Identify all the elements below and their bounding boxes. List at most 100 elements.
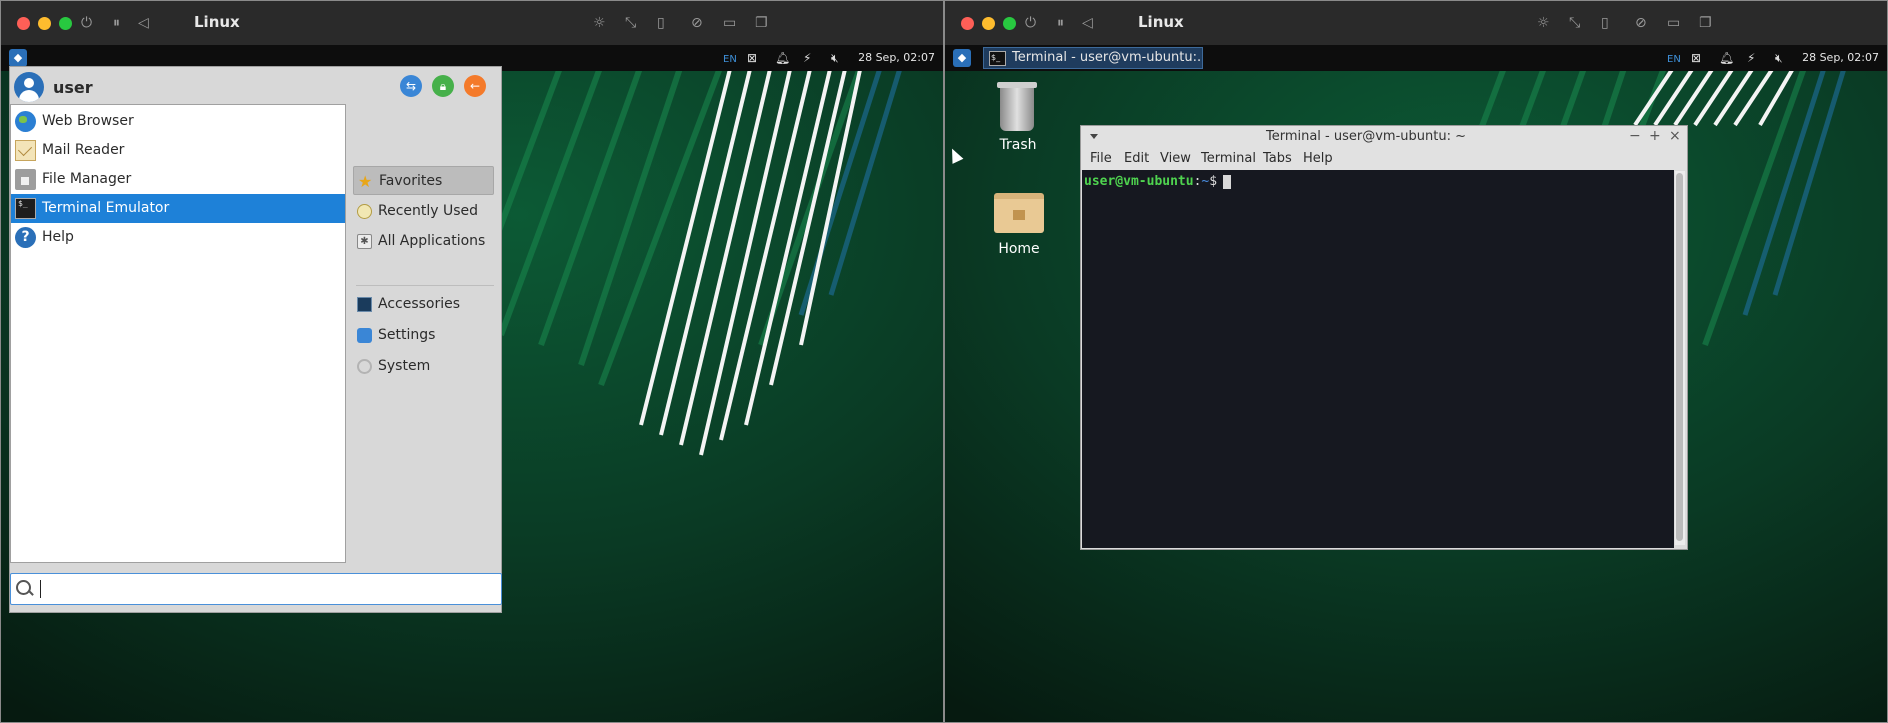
terminal-menubar: File Edit View Terminal Tabs Help <box>1081 148 1687 170</box>
settings-manager-button[interactable]: ⇆ <box>400 75 422 97</box>
close-window-button[interactable] <box>961 17 974 30</box>
file-manager-icon <box>15 169 36 190</box>
volume-muted-icon[interactable]: 🔇︎ <box>831 50 839 66</box>
prompt-line: user@vm-ubuntu:~$ <box>1084 174 1232 189</box>
lock-screen-button[interactable]: 🔒︎ <box>432 75 454 97</box>
category-accessories[interactable]: Accessories <box>353 290 494 319</box>
category-separator <box>356 285 494 286</box>
category-settings[interactable]: Settings <box>353 321 494 350</box>
guest-screen: ◆ EN ⊠ 🔔︎ ⚡︎ 🔇︎ 28 Sep, 02:07 user ⇆ 🔒︎ … <box>1 45 943 722</box>
terminal-window: Terminal - user@vm-ubuntu: ~ − + × File … <box>1080 125 1688 550</box>
network-disconnected-icon[interactable]: ⊠ <box>747 50 757 66</box>
accessories-icon <box>357 297 372 312</box>
close-window-button[interactable] <box>17 17 30 30</box>
zoom-window-button[interactable] <box>59 17 72 30</box>
notification-bell-icon[interactable]: 🔔︎ <box>775 50 790 66</box>
favorite-web-browser[interactable]: Web Browser <box>11 107 345 136</box>
menu-help[interactable]: Help <box>1303 151 1333 166</box>
host-title: Linux <box>194 13 240 31</box>
trash-icon <box>997 82 1037 131</box>
network-disconnected-icon[interactable]: ⊠ <box>1691 50 1701 66</box>
power-icon[interactable]: ⏻ <box>1025 14 1036 32</box>
notification-bell-icon[interactable]: 🔔︎ <box>1719 50 1734 66</box>
host-title: Linux <box>1138 13 1184 31</box>
favorite-label: Web Browser <box>42 113 134 129</box>
search-input[interactable] <box>10 573 502 605</box>
vm-window-left: ⏻ ⏸ ◁ Linux ☼ ⤡ ▯ ⊘ ▭ ❐ ◆ EN ⊠ 🔔︎ ⚡︎ 🔇︎ … <box>0 0 944 723</box>
top-panel: ◆ $_ Terminal - user@vm-ubuntu:... EN ⊠ … <box>945 45 1887 71</box>
category-favorites[interactable]: ★ Favorites <box>353 166 494 195</box>
applications-icon: ✱ <box>357 234 372 249</box>
favorite-file-manager[interactable]: File Manager <box>11 165 345 194</box>
settings-icon <box>357 328 372 343</box>
minimize-window-button[interactable] <box>38 17 51 30</box>
menu-view[interactable]: View <box>1160 151 1191 166</box>
favorite-label: Mail Reader <box>42 142 125 158</box>
desktop-home[interactable]: Home <box>983 189 1055 264</box>
brightness-icon[interactable]: ☼ <box>1537 14 1550 32</box>
share-icon[interactable]: ⊘ <box>1635 14 1647 32</box>
menu-terminal[interactable]: Terminal <box>1201 151 1256 166</box>
prompt-symbol: $ <box>1209 174 1218 189</box>
share-icon[interactable]: ⊘ <box>691 14 703 32</box>
menu-username: user <box>53 78 93 97</box>
minimize-window-button[interactable] <box>982 17 995 30</box>
panel-clock[interactable]: 28 Sep, 02:07 <box>1802 51 1879 64</box>
windows-icon[interactable]: ❐ <box>755 14 768 32</box>
terminal-icon: $_ <box>989 51 1006 66</box>
pause-icon[interactable]: ⏸ <box>1057 14 1064 32</box>
taskbar-label: Terminal - user@vm-ubuntu:... <box>1012 50 1203 65</box>
category-system[interactable]: System <box>353 352 494 381</box>
category-label: Favorites <box>379 173 443 189</box>
menu-edit[interactable]: Edit <box>1124 151 1149 166</box>
favorite-help[interactable]: ? Help <box>11 223 345 252</box>
gear-icon <box>357 359 372 374</box>
power-manager-icon[interactable]: ⚡︎ <box>803 50 811 66</box>
menu-tabs[interactable]: Tabs <box>1263 151 1292 166</box>
power-icon[interactable]: ⏻ <box>81 14 92 32</box>
applications-menu-button[interactable]: ◆ <box>9 49 27 67</box>
back-icon[interactable]: ◁ <box>138 14 149 32</box>
close-icon[interactable]: × <box>1669 128 1681 144</box>
pause-icon[interactable]: ⏸ <box>113 14 120 32</box>
terminal-output[interactable]: user@vm-ubuntu:~$ <box>1082 170 1674 548</box>
panel-clock[interactable]: 28 Sep, 02:07 <box>858 51 935 64</box>
folder-icon[interactable]: ▭ <box>723 14 736 32</box>
minimize-icon[interactable]: − <box>1629 128 1641 144</box>
keyboard-layout-indicator[interactable]: EN <box>723 52 737 68</box>
help-icon: ? <box>15 227 36 248</box>
windows-icon[interactable]: ❐ <box>1699 14 1712 32</box>
applications-menu-button[interactable]: ◆ <box>953 49 971 67</box>
zoom-window-button[interactable] <box>1003 17 1016 30</box>
folder-icon[interactable]: ▭ <box>1667 14 1680 32</box>
scrollbar-thumb[interactable] <box>1676 173 1683 541</box>
taskbar-terminal-button[interactable]: $_ Terminal - user@vm-ubuntu:... <box>983 47 1203 69</box>
text-caret <box>40 580 41 598</box>
brightness-icon[interactable]: ☼ <box>593 14 606 32</box>
vm-window-right: ⏻ ⏸ ◁ Linux ☼ ⤡ ▯ ⊘ ▭ ❐ ◆ $_ Terminal - … <box>944 0 1888 723</box>
prompt-user: user@vm-ubuntu <box>1084 174 1194 189</box>
favorite-label: File Manager <box>42 171 132 187</box>
usb-icon[interactable]: ▯ <box>1601 14 1609 32</box>
resize-icon[interactable]: ⤡ <box>1569 14 1580 32</box>
terminal-icon: $_ <box>15 198 36 219</box>
desktop-trash[interactable]: Trash <box>982 82 1054 160</box>
terminal-scrollbar[interactable] <box>1675 171 1685 545</box>
whisker-menu: user ⇆ 🔒︎ ← Web Browser Mail Reader File… <box>9 66 502 613</box>
desktop-icon-label: Home <box>998 241 1040 257</box>
resize-icon[interactable]: ⤡ <box>625 14 636 32</box>
usb-icon[interactable]: ▯ <box>657 14 665 32</box>
log-out-button[interactable]: ← <box>464 75 486 97</box>
terminal-titlebar[interactable]: Terminal - user@vm-ubuntu: ~ − + × <box>1081 126 1687 148</box>
power-manager-icon[interactable]: ⚡︎ <box>1747 50 1755 66</box>
maximize-icon[interactable]: + <box>1649 128 1661 144</box>
volume-muted-icon[interactable]: 🔇︎ <box>1775 50 1783 66</box>
category-all-applications[interactable]: ✱ All Applications <box>353 227 494 256</box>
menu-file[interactable]: File <box>1090 151 1112 166</box>
favorite-terminal-emulator[interactable]: $_ Terminal Emulator <box>11 194 345 223</box>
keyboard-layout-indicator[interactable]: EN <box>1667 52 1681 68</box>
favorite-mail-reader[interactable]: Mail Reader <box>11 136 345 165</box>
back-icon[interactable]: ◁ <box>1082 14 1093 32</box>
category-recently-used[interactable]: Recently Used <box>353 197 494 226</box>
search-icon <box>16 580 31 595</box>
